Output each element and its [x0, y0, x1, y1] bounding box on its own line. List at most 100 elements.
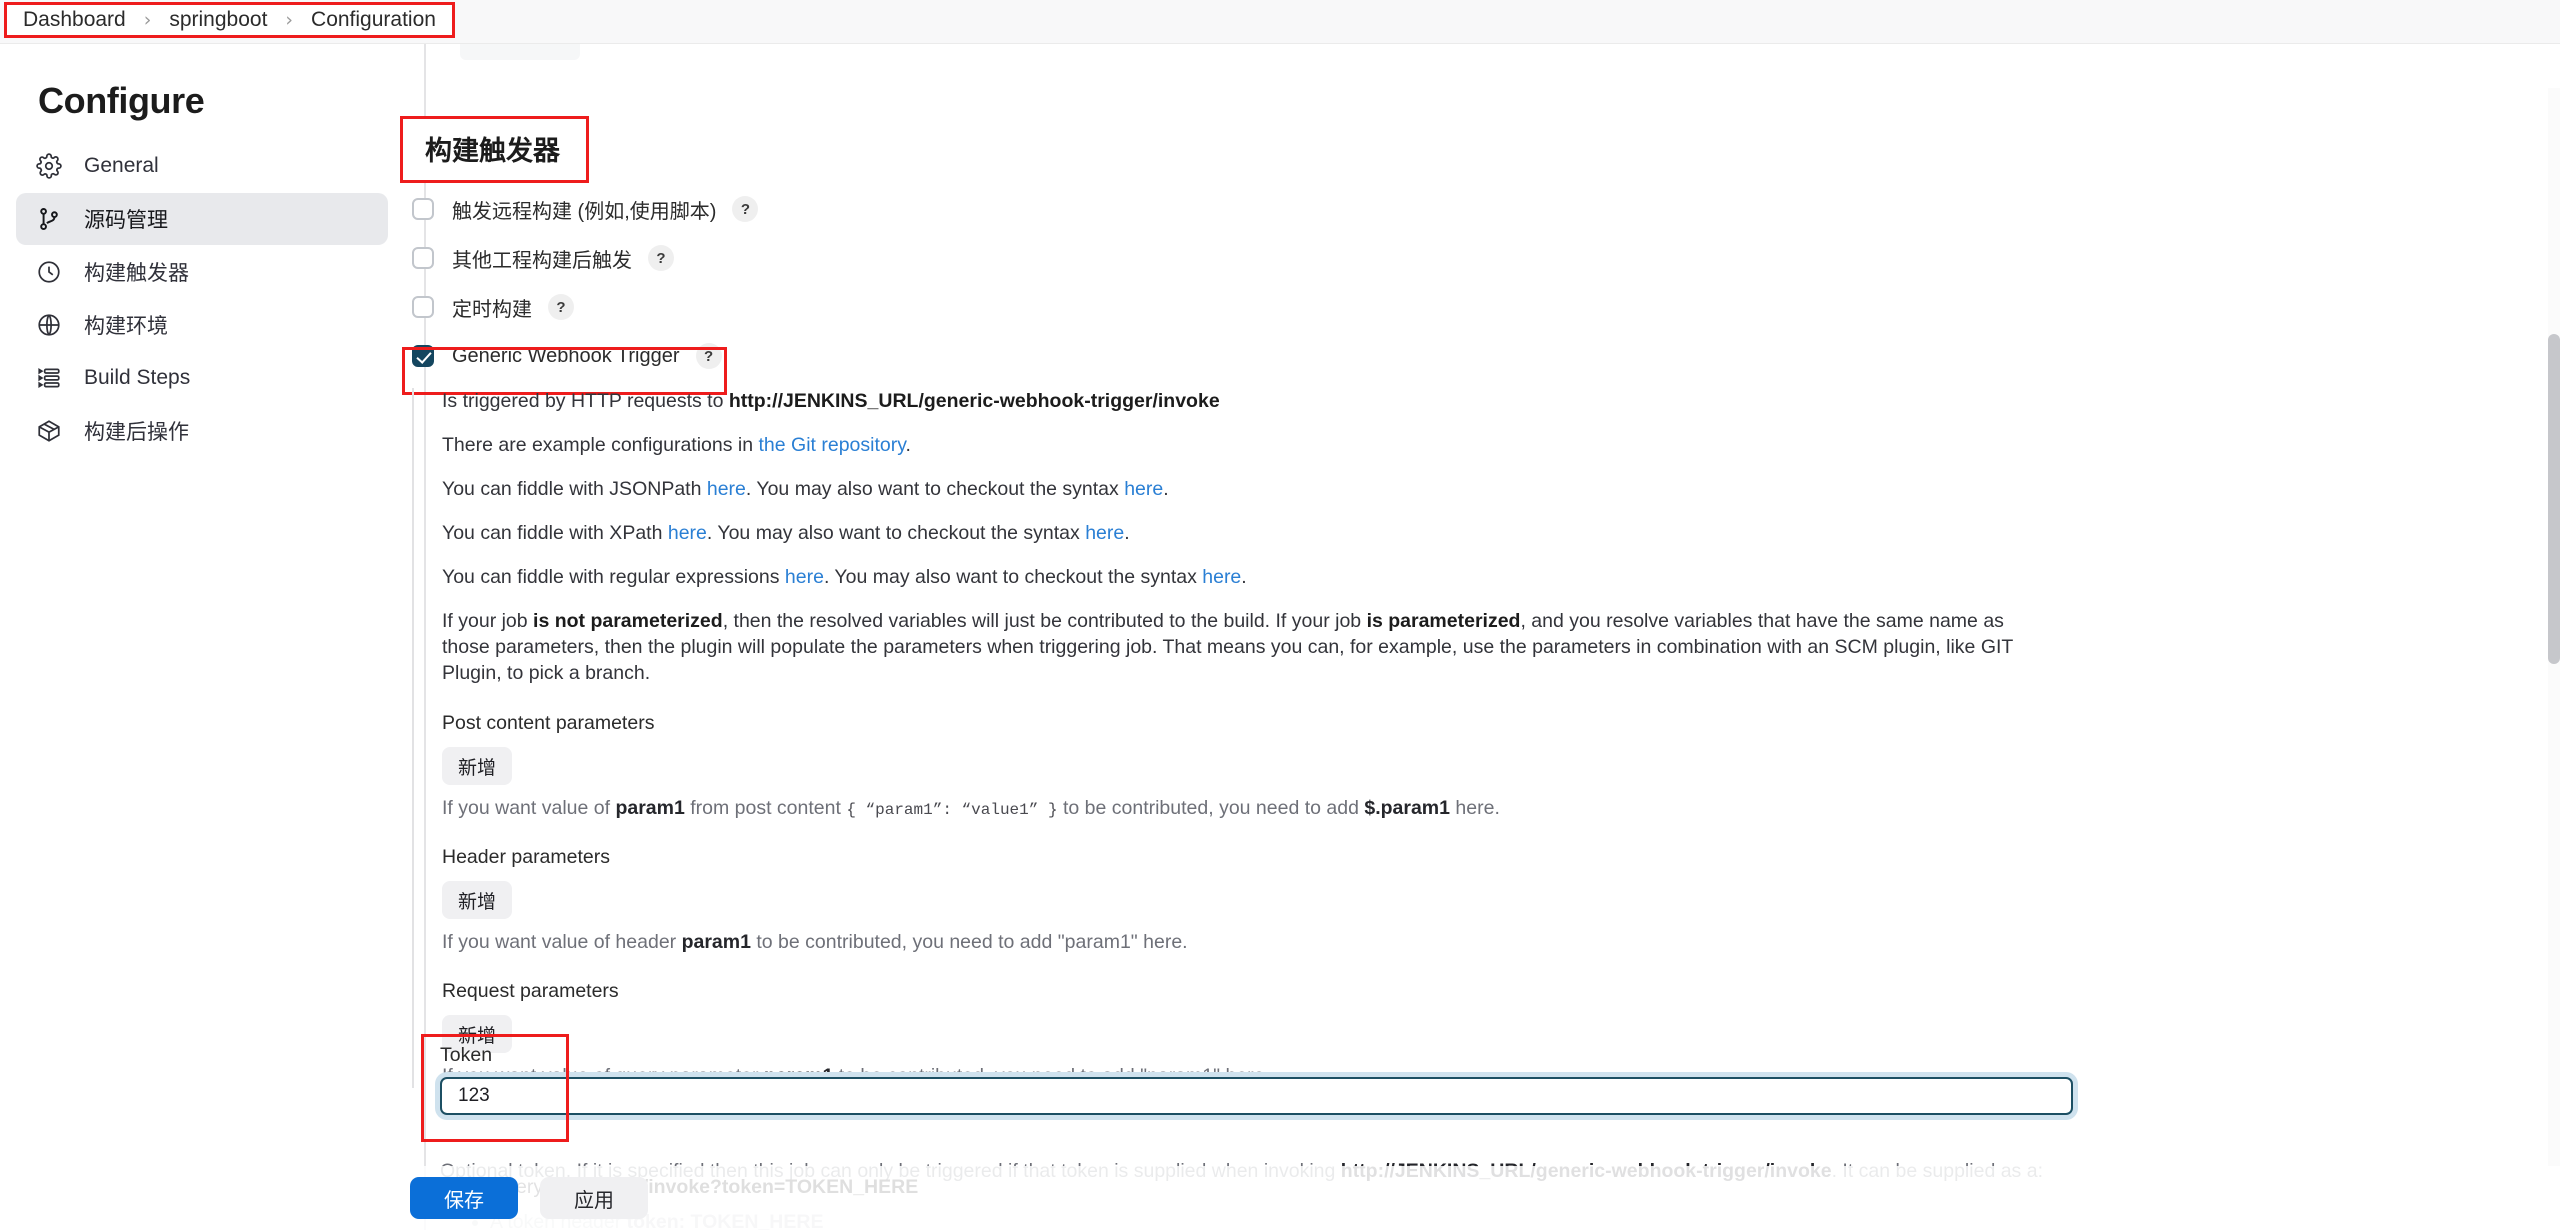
sidebar-item-build-steps[interactable]: Build Steps: [16, 352, 388, 404]
trigger-url-prefix: Is triggered by HTTP requests to: [442, 390, 729, 412]
group-title: Request parameters: [442, 980, 619, 1002]
form-actions-bar: 保存 应用: [400, 1166, 2560, 1230]
help-icon[interactable]: ?: [648, 245, 674, 271]
regex-prefix: You can fiddle with regular expressions: [442, 566, 785, 588]
jsonpath-here-link[interactable]: here: [707, 478, 746, 500]
package-icon: [34, 416, 64, 446]
breadcrumb-item-configuration[interactable]: Configuration: [309, 8, 438, 32]
trigger-row-remote-build[interactable]: 触发远程构建 (例如,使用脚本) ?: [412, 190, 759, 228]
scrollbar-thumb[interactable]: [2548, 334, 2560, 664]
checkbox-label: 触发远程构建 (例如,使用脚本): [452, 200, 717, 223]
section-title-highlight: 构建触发器: [400, 116, 589, 183]
trigger-row-generic-webhook-trigger[interactable]: Generic Webhook Trigger ?: [412, 337, 758, 375]
sidebar-item-build-environment[interactable]: 构建环境: [16, 299, 388, 351]
trigger-checkbox-list: 触发远程构建 (例如,使用脚本) ? 其他工程构建后触发 ? 定时构建 ? Ge…: [412, 190, 759, 386]
regex-mid: . You may also want to checkout the synt…: [823, 566, 1203, 588]
note-a: If you want value of header: [442, 931, 682, 953]
xpath-syntax-link[interactable]: here: [1085, 522, 1124, 544]
git-branch-icon: [34, 204, 64, 234]
note-jsonpath-expr: $.param1: [1364, 797, 1450, 819]
main-content: 构建触发器 触发远程构建 (例如,使用脚本) ? 其他工程构建后触发 ? 定时构…: [400, 44, 2560, 1230]
jsonpath-prefix: You can fiddle with JSONPath: [442, 478, 707, 500]
checkbox-after-other-projects[interactable]: [412, 247, 434, 269]
xpath-line: You can fiddle with XPath here. You may …: [442, 520, 2512, 546]
sidebar-item-label: 构建环境: [84, 315, 168, 338]
add-header-parameter-button[interactable]: 新增: [442, 881, 513, 919]
help-icon[interactable]: ?: [695, 343, 722, 369]
checkbox-scheduled-build[interactable]: [412, 296, 434, 318]
post-content-parameters-group: Post content parameters 新增 If you want v…: [442, 712, 2512, 820]
group-title: Header parameters: [442, 846, 610, 868]
post-content-parameter-note: If you want value of param1 from post co…: [442, 797, 2512, 820]
jsonpath-mid: . You may also want to checkout the synt…: [745, 478, 1125, 500]
git-repository-link[interactable]: the Git repository: [759, 434, 906, 456]
token-input-wrapper[interactable]: [440, 1077, 2073, 1115]
note-a: If you want value of: [442, 797, 616, 819]
header-parameters-group: Header parameters 新增 If you want value o…: [442, 846, 2512, 954]
sidebar-item-general[interactable]: General: [16, 140, 388, 192]
note-f: here.: [1450, 797, 1500, 819]
header-parameter-note: If you want value of header param1 to be…: [442, 931, 2512, 954]
jsonpath-syntax-link[interactable]: here: [1124, 478, 1163, 500]
breadcrumb-separator-icon: ›: [143, 9, 152, 31]
param-note-c: , then the resolved variables will just …: [722, 610, 1367, 632]
note-param1: param1: [681, 931, 751, 953]
sidebar-item-source-code-management[interactable]: 源码管理: [16, 193, 388, 245]
group-title: Post content parameters: [442, 712, 655, 734]
add-post-content-parameter-button[interactable]: 新增: [442, 747, 513, 785]
breadcrumb: Dashboard › springboot › Configuration: [4, 2, 455, 38]
trigger-row-after-other-projects[interactable]: 其他工程构建后触发 ?: [412, 239, 758, 277]
checkbox-label: Generic Webhook Trigger: [452, 344, 680, 367]
note-json-sample: { “param1”: “value1” }: [846, 801, 1058, 819]
sidebar-item-post-build-actions[interactable]: 构建后操作: [16, 405, 388, 457]
xpath-mid: . You may also want to checkout the synt…: [706, 522, 1086, 544]
param-note-parameterized: is parameterized: [1366, 610, 1521, 632]
token-section: Token: [440, 1044, 2520, 1115]
regex-syntax-link[interactable]: here: [1202, 566, 1241, 588]
regex-line: You can fiddle with regular expressions …: [442, 564, 2512, 590]
list-icon: [34, 363, 64, 393]
note-param1: param1: [615, 797, 685, 819]
sidebar-item-label: 构建后操作: [84, 421, 189, 444]
example-config-line: There are example configurations in the …: [442, 432, 2512, 458]
xpath-prefix: You can fiddle with XPath: [442, 522, 668, 544]
checkbox-label: 定时构建: [452, 298, 532, 321]
clock-icon: [34, 257, 64, 287]
token-input[interactable]: [456, 1079, 2057, 1113]
sidebar-item-label: 源码管理: [84, 209, 168, 232]
example-prefix: There are example configurations in: [442, 434, 759, 456]
help-icon[interactable]: ?: [732, 196, 759, 222]
note-c: from post content: [684, 797, 847, 819]
regex-suffix: .: [1241, 566, 1247, 588]
generic-webhook-trigger-panel: Is triggered by HTTP requests to http://…: [412, 388, 2512, 1088]
breadcrumb-separator-icon: ›: [285, 9, 294, 31]
section-title: 构建触发器: [425, 136, 560, 166]
token-label: Token: [440, 1044, 493, 1066]
checkbox-generic-webhook-trigger[interactable]: [412, 345, 434, 367]
xpath-here-link[interactable]: here: [668, 522, 707, 544]
save-button[interactable]: 保存: [410, 1177, 518, 1219]
sidebar-item-list: General 源码管理 构建触发器 构建环境 Build Steps 构建后操…: [16, 140, 388, 458]
help-icon[interactable]: ?: [548, 294, 574, 320]
checkbox-remote-build[interactable]: [412, 198, 434, 220]
trigger-url-value: http://JENKINS_URL/generic-webhook-trigg…: [728, 390, 1220, 412]
jsonpath-line: You can fiddle with JSONPath here. You m…: [442, 476, 2512, 502]
sidebar-item-build-triggers[interactable]: 构建触发器: [16, 246, 388, 298]
trigger-url-line: Is triggered by HTTP requests to http://…: [442, 388, 2512, 414]
example-suffix: .: [905, 434, 911, 456]
page-title: Configure: [38, 80, 205, 121]
breadcrumb-item-springboot[interactable]: springboot: [167, 8, 269, 32]
jsonpath-suffix: .: [1163, 478, 1169, 500]
apply-button[interactable]: 应用: [540, 1177, 648, 1219]
gear-icon: [34, 151, 64, 181]
sidebar-item-label: General: [84, 154, 159, 177]
breadcrumb-item-dashboard[interactable]: Dashboard: [21, 8, 128, 32]
param-note-not-parameterized: is not parameterized: [533, 610, 723, 632]
sidebar-item-label: Build Steps: [84, 366, 191, 389]
breadcrumb-bar: Dashboard › springboot › Configuration: [0, 0, 2560, 44]
trigger-row-scheduled-build[interactable]: 定时构建 ?: [412, 288, 758, 326]
param-note-a: If your job: [442, 610, 534, 632]
globe-icon: [34, 310, 64, 340]
checkbox-label: 其他工程构建后触发: [452, 249, 632, 272]
regex-here-link[interactable]: here: [785, 566, 824, 588]
